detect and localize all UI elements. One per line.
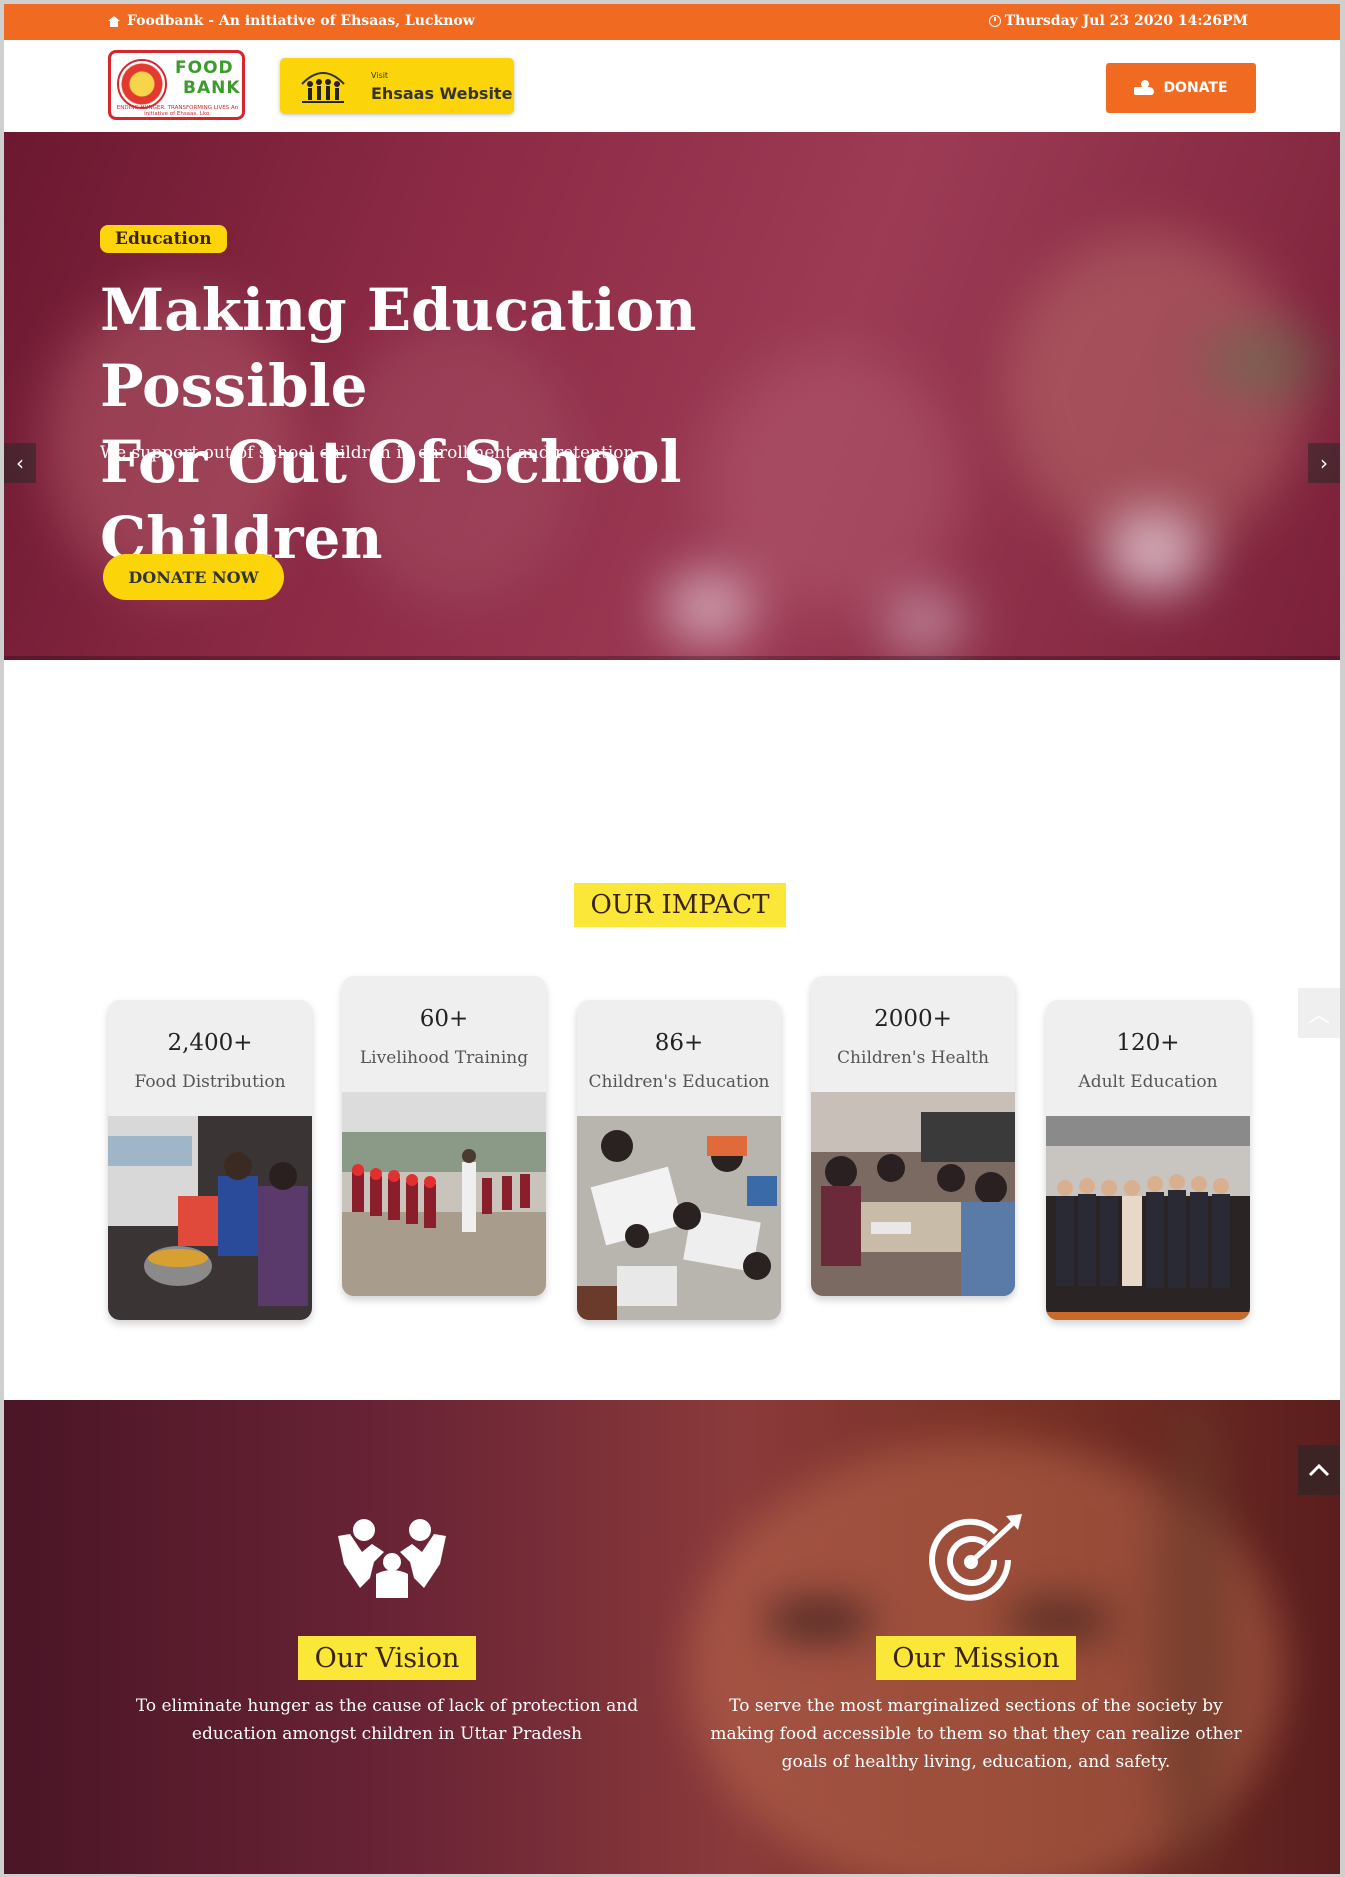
chevron-up-icon: ︿ <box>1307 1003 1330 1028</box>
impact-card-food-distribution[interactable]: 2,400+ Food Distribution <box>108 1000 312 1320</box>
food-distribution-photo <box>108 1116 312 1320</box>
impact-value: 60+ <box>419 1006 469 1032</box>
chevron-right-icon: › <box>1320 451 1328 475</box>
hand-heart-icon <box>1134 80 1156 96</box>
clock-icon <box>988 15 1001 27</box>
mission-text: To serve the most marginalized sections … <box>710 1696 1242 1772</box>
ehsaas-website-label: Ehsaas Website <box>371 84 513 103</box>
impact-value: 86+ <box>654 1030 704 1056</box>
foodbank-logo[interactable]: FOOD BANK ENDING HUNGER, TRANSFORMING LI… <box>108 50 245 120</box>
background-photo-area <box>1004 1600 1114 1640</box>
date-time: Thursday Jul 23 2020 14:26PM <box>988 13 1248 29</box>
mission-title: Our Mission <box>876 1636 1076 1680</box>
impact-value: 2,400+ <box>167 1030 253 1056</box>
hero-photo-area <box>1204 332 1324 392</box>
logo-word-food: FOOD <box>175 58 234 78</box>
impact-label: Adult Education <box>1078 1072 1218 1092</box>
top-bar: Foodbank - An initiative of Ehsaas, Luck… <box>4 4 1340 40</box>
chevron-up-icon <box>1308 1463 1330 1477</box>
ehsaas-visit-label: Visit <box>371 71 389 80</box>
floating-scroll-top-button[interactable]: ︿ <box>1298 988 1340 1038</box>
family-icon <box>338 1519 446 1598</box>
hero-balloon <box>884 592 964 652</box>
donate-now-button[interactable]: DONATE NOW <box>103 554 284 600</box>
hero-photo-area <box>1004 232 1304 552</box>
impact-card-childrens-education[interactable]: 86+ Children's Education <box>577 1000 781 1320</box>
impact-label: Livelihood Training <box>359 1048 529 1068</box>
vision-mission-section: Our Vision Our Mission To eliminate hung… <box>4 1400 1340 1874</box>
background-photo-area <box>764 1600 874 1640</box>
hero-title-line-1: Making Education Possible <box>100 276 697 420</box>
impact-label: Children's Health <box>837 1048 989 1068</box>
impact-label: Children's Education <box>588 1072 770 1092</box>
impact-value: 120+ <box>1116 1030 1180 1056</box>
site-tagline: Foodbank - An initiative of Ehsaas, Luck… <box>108 13 475 29</box>
hero-balloon <box>664 572 754 642</box>
page: Foodbank - An initiative of Ehsaas, Luck… <box>4 4 1340 1874</box>
slider-prev-button[interactable]: ‹ <box>4 443 36 483</box>
header: FOOD BANK ENDING HUNGER, TRANSFORMING LI… <box>4 40 1340 132</box>
childrens-health-photo <box>811 1092 1015 1296</box>
target-icon <box>929 1514 1022 1601</box>
hero-balloon <box>1104 512 1204 592</box>
ehsaas-people-icon <box>301 72 345 103</box>
impact-section-title: OUR IMPACT <box>574 883 786 927</box>
impact-card-adult-education[interactable]: 120+ Adult Education <box>1046 1000 1250 1320</box>
adult-education-photo <box>1046 1116 1250 1320</box>
home-icon <box>108 15 120 27</box>
scroll-top-button[interactable] <box>1298 1445 1340 1495</box>
hero-category-tag[interactable]: Education <box>100 225 227 253</box>
site-tagline-text: Foodbank - An initiative of Ehsaas, Luck… <box>127 13 475 29</box>
childrens-education-photo <box>577 1116 781 1320</box>
hero-divider <box>4 656 1340 660</box>
date-time-text: Thursday Jul 23 2020 14:26PM <box>1004 13 1248 29</box>
impact-card-childrens-health[interactable]: 2000+ Children's Health <box>811 976 1015 1296</box>
hero-slider: Education Making Education Possible For … <box>4 132 1340 660</box>
logo-emblem <box>117 59 167 109</box>
background-photo-area <box>1154 1400 1234 1874</box>
vision-title: Our Vision <box>298 1636 476 1680</box>
slider-next-button[interactable]: › <box>1308 443 1340 483</box>
impact-value: 2000+ <box>874 1006 952 1032</box>
donate-button[interactable]: DONATE <box>1106 63 1256 113</box>
hero-subtitle: We support out of school children in enr… <box>100 443 640 463</box>
ehsaas-website-button[interactable]: Visit Ehsaas Website <box>280 58 514 114</box>
impact-label: Food Distribution <box>134 1072 286 1092</box>
vision-text: To eliminate hunger as the cause of lack… <box>135 1696 639 1744</box>
chevron-left-icon: ‹ <box>16 451 24 475</box>
logo-tagline: ENDING HUNGER, TRANSFORMING LIVES An ini… <box>116 105 239 117</box>
livelihood-training-photo <box>342 1092 546 1296</box>
hero-title: Making Education Possible For Out Of Sch… <box>100 272 860 576</box>
impact-card-livelihood-training[interactable]: 60+ Livelihood Training <box>342 976 546 1296</box>
donate-label: DONATE <box>1163 80 1228 96</box>
logo-word-bank: BANK <box>183 78 241 98</box>
